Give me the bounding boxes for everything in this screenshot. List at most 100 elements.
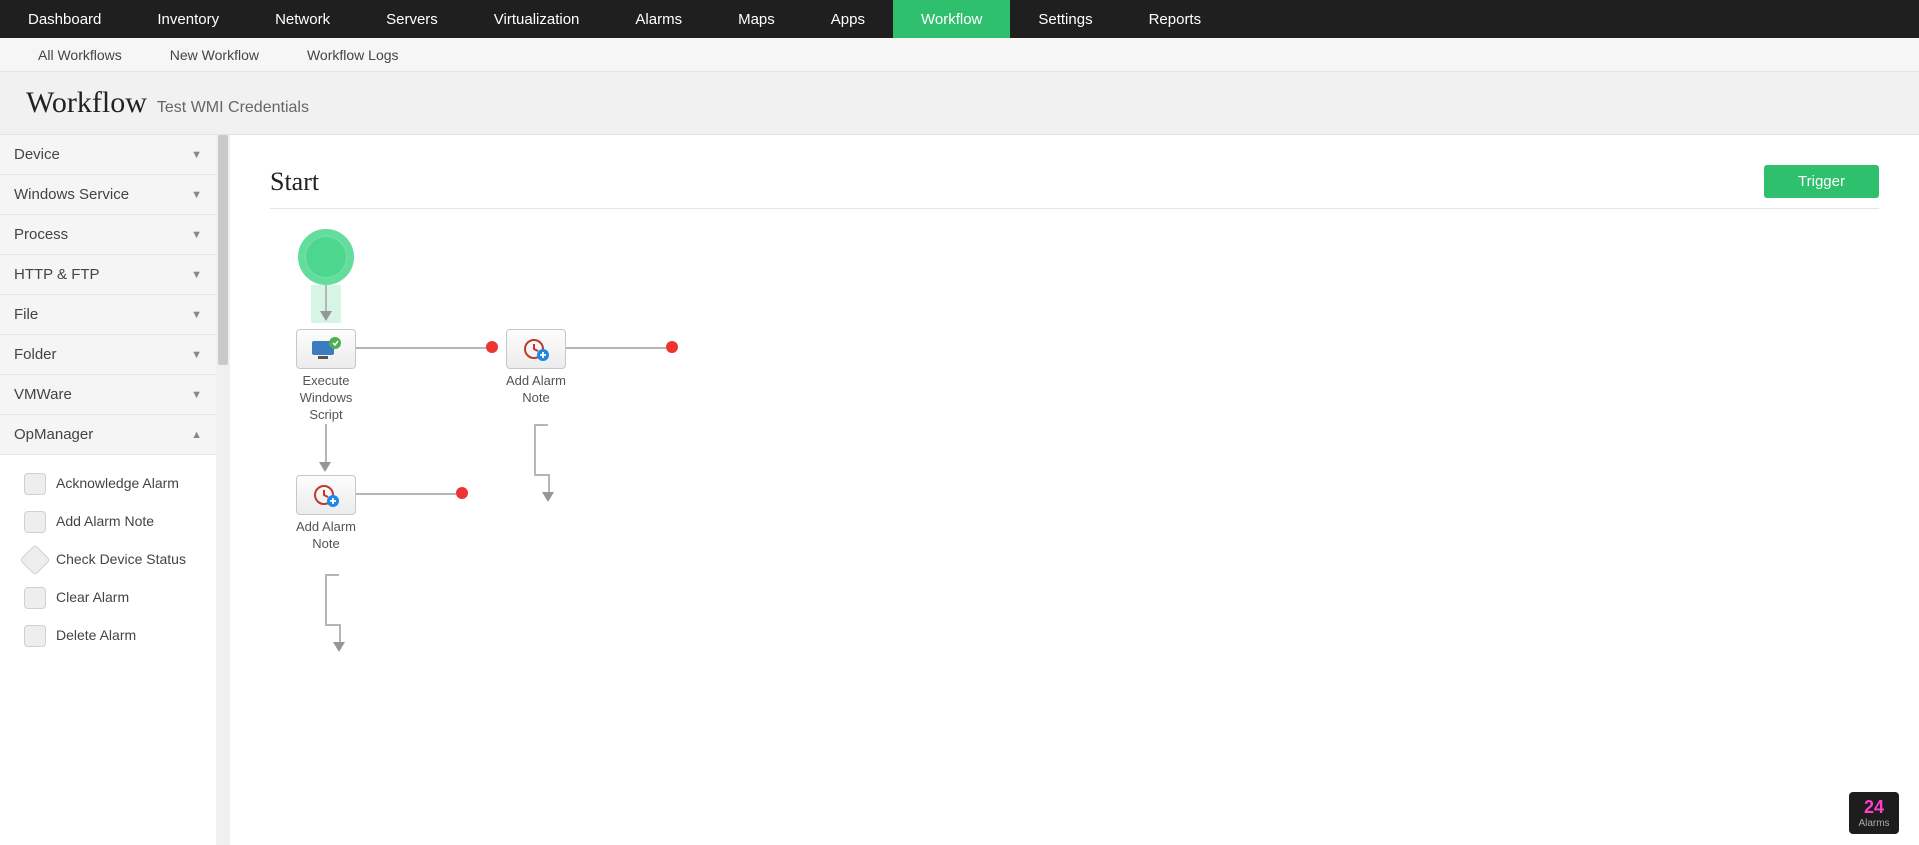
sidebar-group-windows-service[interactable]: Windows Service ▼ bbox=[0, 175, 216, 215]
connector-line bbox=[534, 474, 548, 476]
sidebar-item-label: Clear Alarm bbox=[56, 589, 129, 607]
sidebar-group-vmware[interactable]: VMWare ▼ bbox=[0, 375, 216, 415]
connector-line bbox=[325, 624, 339, 626]
alarms-badge[interactable]: 24 Alarms bbox=[1849, 792, 1899, 834]
trigger-button[interactable]: Trigger bbox=[1764, 165, 1879, 198]
subnav-workflow-logs[interactable]: Workflow Logs bbox=[283, 47, 423, 63]
sidebar-item-delete-alarm[interactable]: Delete Alarm bbox=[24, 617, 206, 655]
alarms-label: Alarms bbox=[1858, 818, 1889, 829]
alarms-count: 24 bbox=[1864, 797, 1884, 818]
subnav-new-workflow[interactable]: New Workflow bbox=[146, 47, 283, 63]
sidebar-item-label: Delete Alarm bbox=[56, 627, 136, 645]
page-header: Workflow Test WMI Credentials bbox=[0, 72, 1919, 135]
main-area: Device ▼ Windows Service ▼ Process ▼ HTT… bbox=[0, 135, 1919, 845]
chevron-down-icon: ▼ bbox=[191, 309, 202, 321]
nav-workflow[interactable]: Workflow bbox=[893, 0, 1010, 38]
nav-settings[interactable]: Settings bbox=[1010, 0, 1120, 38]
arrow-down-icon bbox=[333, 642, 345, 652]
chevron-down-icon: ▼ bbox=[191, 229, 202, 241]
chevron-down-icon: ▼ bbox=[191, 269, 202, 281]
workflow-node-execute-windows-script[interactable] bbox=[296, 329, 356, 369]
workflow-node-add-alarm-note-1[interactable] bbox=[506, 329, 566, 369]
sub-nav: All Workflows New Workflow Workflow Logs bbox=[0, 38, 1919, 72]
sidebar-group-label: Process bbox=[14, 226, 68, 243]
connector-line bbox=[325, 424, 327, 464]
nav-apps[interactable]: Apps bbox=[803, 0, 893, 38]
sidebar-scrollbar[interactable] bbox=[216, 135, 230, 845]
workflow-canvas: Start Trigger Execute Windows Script bbox=[230, 135, 1919, 845]
sidebar-group-label: Folder bbox=[14, 346, 57, 363]
sidebar-group-folder[interactable]: Folder ▼ bbox=[0, 335, 216, 375]
sidebar-group-device[interactable]: Device ▼ bbox=[0, 135, 216, 175]
nav-maps[interactable]: Maps bbox=[710, 0, 803, 38]
sidebar-group-process[interactable]: Process ▼ bbox=[0, 215, 216, 255]
subnav-all-workflows[interactable]: All Workflows bbox=[14, 47, 146, 63]
page-title: Workflow bbox=[26, 86, 147, 120]
arrow-down-icon bbox=[542, 492, 554, 502]
action-box-icon bbox=[24, 625, 46, 647]
sidebar: Device ▼ Windows Service ▼ Process ▼ HTT… bbox=[0, 135, 216, 845]
connector-fail-dot-icon bbox=[486, 341, 498, 353]
nav-network[interactable]: Network bbox=[247, 0, 358, 38]
sidebar-group-label: HTTP & FTP bbox=[14, 266, 100, 283]
connector-line bbox=[339, 624, 341, 644]
sidebar-item-acknowledge-alarm[interactable]: Acknowledge Alarm bbox=[24, 465, 206, 503]
sidebar-group-http-ftp[interactable]: HTTP & FTP ▼ bbox=[0, 255, 216, 295]
connector-line bbox=[325, 285, 327, 311]
arrow-down-icon bbox=[319, 462, 331, 472]
connector-line bbox=[325, 574, 339, 576]
sidebar-item-label: Acknowledge Alarm bbox=[56, 475, 179, 493]
monitor-run-icon bbox=[310, 337, 342, 361]
node-label: Execute Windows Script bbox=[286, 373, 366, 424]
nav-dashboard[interactable]: Dashboard bbox=[0, 0, 129, 38]
sidebar-group-file[interactable]: File ▼ bbox=[0, 295, 216, 335]
chevron-down-icon: ▼ bbox=[191, 149, 202, 161]
sidebar-group-label: Windows Service bbox=[14, 186, 129, 203]
sidebar-group-label: Device bbox=[14, 146, 60, 163]
sidebar-item-label: Check Device Status bbox=[56, 551, 186, 569]
nav-alarms[interactable]: Alarms bbox=[607, 0, 710, 38]
sidebar-group-label: File bbox=[14, 306, 38, 323]
sidebar-group-opmanager[interactable]: OpManager ▲ bbox=[0, 415, 216, 455]
chevron-down-icon: ▼ bbox=[191, 349, 202, 361]
connector-line bbox=[356, 347, 486, 349]
node-label: Add Alarm Note bbox=[286, 519, 366, 553]
nav-virtualization[interactable]: Virtualization bbox=[466, 0, 608, 38]
chevron-down-icon: ▼ bbox=[191, 389, 202, 401]
sidebar-opmanager-children: Acknowledge Alarm Add Alarm Note Check D… bbox=[0, 455, 216, 659]
connector-line bbox=[548, 474, 550, 494]
sidebar-item-clear-alarm[interactable]: Clear Alarm bbox=[24, 579, 206, 617]
page-subtitle: Test WMI Credentials bbox=[157, 99, 309, 117]
alarm-note-icon bbox=[522, 337, 550, 361]
scrollbar-thumb[interactable] bbox=[218, 135, 228, 365]
node-label: Add Alarm Note bbox=[496, 373, 576, 407]
nav-reports[interactable]: Reports bbox=[1121, 0, 1230, 38]
connector-line bbox=[534, 424, 536, 474]
connector-line bbox=[356, 493, 456, 495]
nav-servers[interactable]: Servers bbox=[358, 0, 466, 38]
workflow-node-add-alarm-note-2[interactable] bbox=[296, 475, 356, 515]
connector-fail-dot-icon bbox=[456, 487, 468, 499]
sidebar-item-label: Add Alarm Note bbox=[56, 513, 154, 531]
sidebar-item-add-alarm-note[interactable]: Add Alarm Note bbox=[24, 503, 206, 541]
action-box-icon bbox=[24, 473, 46, 495]
connector-line bbox=[325, 574, 327, 624]
action-box-icon bbox=[24, 587, 46, 609]
start-node[interactable] bbox=[298, 229, 354, 285]
connector-fail-dot-icon bbox=[666, 341, 678, 353]
sidebar-group-label: OpManager bbox=[14, 426, 93, 443]
sidebar-item-check-device-status[interactable]: Check Device Status bbox=[24, 541, 206, 579]
workflow-diagram[interactable]: Execute Windows Script Add Alarm Note bbox=[270, 229, 1879, 749]
action-diamond-icon bbox=[19, 544, 50, 575]
connector-line bbox=[566, 347, 666, 349]
chevron-down-icon: ▼ bbox=[191, 189, 202, 201]
nav-inventory[interactable]: Inventory bbox=[129, 0, 247, 38]
arrow-down-icon bbox=[320, 311, 332, 321]
action-box-icon bbox=[24, 511, 46, 533]
sidebar-wrap: Device ▼ Windows Service ▼ Process ▼ HTT… bbox=[0, 135, 230, 845]
chevron-up-icon: ▲ bbox=[191, 429, 202, 441]
sidebar-group-label: VMWare bbox=[14, 386, 72, 403]
canvas-header: Start Trigger bbox=[270, 165, 1879, 209]
canvas-title: Start bbox=[270, 167, 319, 197]
alarm-note-icon bbox=[312, 483, 340, 507]
